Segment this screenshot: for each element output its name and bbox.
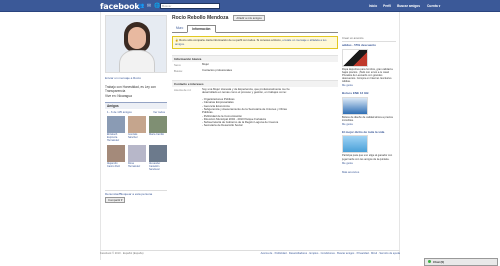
about-text: Soy una Mujer Honesta y de Experiencia, …	[202, 87, 290, 128]
tab-wall[interactable]: Muro	[172, 25, 187, 32]
ads-column: Crear un anuncio adidas - 55% descuento …	[342, 36, 396, 174]
friend-avatar[interactable]	[107, 116, 125, 133]
privacy-notice: 🔒 Rocío sólo comparte cierta información…	[172, 36, 338, 50]
about-row: Acerca de mí: Soy una Mujer Honesta y de…	[172, 87, 338, 129]
search-input[interactable]: Buscar	[160, 3, 220, 9]
ad-like-link[interactable]: Me gusta	[342, 123, 396, 126]
send-message-link[interactable]: Enviar un mensaje a Rocío	[105, 76, 167, 80]
ad-like-link[interactable]: Me gusta	[342, 162, 396, 165]
location-line: Vive en: Nicaragua	[105, 94, 132, 98]
friend-item[interactable]: Elizabeth Espinoza Hernández	[107, 116, 125, 143]
nav-find-friends[interactable]: Buscar amigos	[397, 3, 420, 9]
ad-image[interactable]	[342, 48, 368, 67]
friend-item[interactable]: Rosa Hernández	[128, 144, 146, 172]
nav-profile[interactable]: Perfil	[383, 3, 391, 9]
friend-item[interactable]: Alejandro Castro Ruiz	[107, 144, 125, 172]
top-bar: facebook 👥 ✉ 🌐 Buscar Inicio Perfil Busc…	[0, 0, 500, 12]
ad-image[interactable]	[342, 135, 368, 154]
profile-photo[interactable]	[105, 15, 167, 73]
profile-name: Rocío Rebollo Mendoza	[172, 15, 229, 21]
friends-see-all[interactable]: Ver todos	[153, 110, 165, 114]
ad-item[interactable]: Bolsos ENE 12 GB Bolsos de diseño de cal…	[342, 91, 396, 126]
facebook-logo[interactable]: facebook	[100, 2, 140, 11]
report-block-link[interactable]: Denunciar/Bloquear a esta persona	[105, 192, 167, 196]
create-ad-link[interactable]: Crear un anuncio	[342, 36, 396, 42]
friends-box-title: Amigos	[105, 102, 167, 109]
friends-grid: Elizabeth Espinoza Hernández Gonzalo Sán…	[105, 115, 167, 172]
footer: Facebook © 2010 · Español (España) Acerc…	[100, 250, 400, 255]
profile-tabs: Muro Información	[172, 25, 338, 33]
friend-item[interactable]: María Carrillo	[149, 116, 167, 143]
footer-copyright[interactable]: Facebook © 2010 · Español (España)	[100, 252, 143, 255]
footer-links[interactable]: Acerca de · Publicidad · Desarrolladores…	[261, 252, 400, 255]
messages-icon[interactable]: ✉	[146, 3, 152, 9]
contact-info-title: Contacto e intereses	[172, 80, 338, 88]
nav-home[interactable]: Inicio	[369, 3, 377, 9]
bio-line: Trabajo con Honestidad, es Ley con Trans…	[105, 85, 156, 93]
tab-info[interactable]: Información	[187, 25, 216, 33]
account-menu[interactable]: Cuenta ▾	[427, 3, 440, 9]
friends-count[interactable]: 1 - 6 de 135 amigos	[107, 110, 132, 114]
friend-avatar[interactable]	[149, 144, 167, 162]
friend-avatar[interactable]	[149, 116, 167, 133]
friend-item[interactable]: Gonzalo Sánchez	[128, 116, 146, 143]
friend-requests-icon[interactable]: 👥	[138, 3, 144, 9]
friend-avatar[interactable]	[107, 144, 125, 162]
info-row: Busca: Contactos profesionales	[174, 68, 233, 74]
ad-item[interactable]: El mejor dictio de toda la vida Particip…	[342, 130, 396, 165]
friend-avatar[interactable]	[128, 144, 146, 162]
ad-item[interactable]: adidas - 55% descuento Ropa deportiva pa…	[342, 43, 396, 87]
ad-image[interactable]	[342, 96, 368, 115]
ad-like-link[interactable]: Me gusta	[342, 84, 396, 87]
left-column: Enviar un mensaje a Rocío Trabajo con Ho…	[105, 15, 167, 204]
add-friend-button[interactable]: Añadir a mis amigos	[233, 15, 265, 21]
main-column: Rocío Rebollo Mendoza Añadir a mis amigo…	[172, 15, 338, 129]
top-nav: Inicio Perfil Buscar amigos	[369, 3, 420, 9]
online-status-icon	[428, 260, 431, 263]
friend-item[interactable]: Alexander Castellón Sandoval	[149, 144, 167, 172]
basic-info-title: Información básica	[172, 55, 338, 63]
more-ads-link[interactable]: Más anuncios	[342, 170, 396, 174]
about-label: Acerca de mí:	[174, 88, 192, 93]
friend-avatar[interactable]	[128, 116, 146, 133]
notification-jewels: 👥 ✉ 🌐	[138, 3, 160, 9]
chat-bar[interactable]: Chat (0)	[424, 258, 498, 266]
share-button[interactable]: Compartir ▾	[105, 197, 126, 204]
